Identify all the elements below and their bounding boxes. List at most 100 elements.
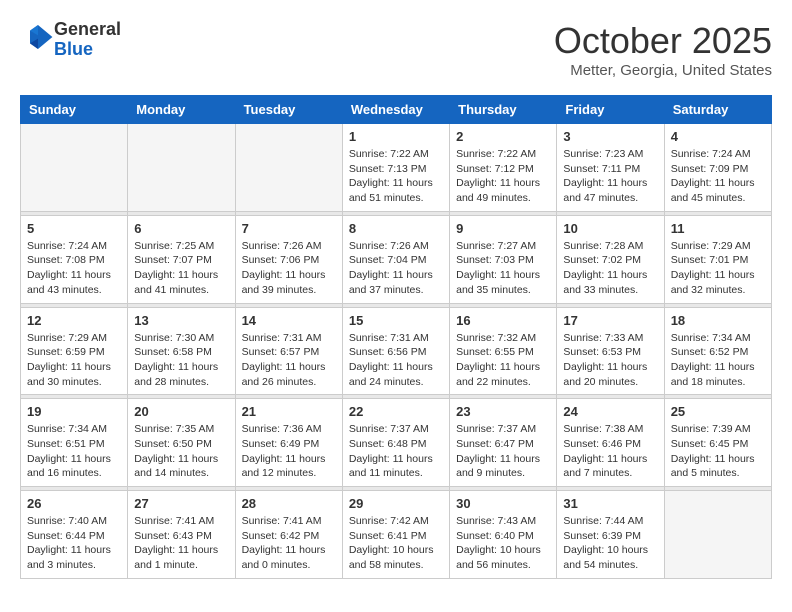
weekday-header-thursday: Thursday — [450, 96, 557, 124]
calendar-cell: 11 Sunrise: 7:29 AM Sunset: 7:01 PM Dayli… — [664, 215, 771, 303]
calendar-cell: 13 Sunrise: 7:30 AM Sunset: 6:58 PM Dayli… — [128, 307, 235, 395]
day-info: Sunrise: 7:29 AM Sunset: 6:59 PM Dayligh… — [27, 331, 121, 390]
calendar-cell: 31 Sunrise: 7:44 AM Sunset: 6:39 PM Dayli… — [557, 491, 664, 579]
calendar-cell — [128, 124, 235, 212]
day-info: Sunrise: 7:38 AM Sunset: 6:46 PM Dayligh… — [563, 422, 657, 481]
calendar-cell — [21, 124, 128, 212]
calendar-cell: 25Sunrise: 7:39 AM Sunset: 6:45 PM Dayli… — [664, 399, 771, 487]
calendar-cell: 30 Sunrise: 7:43 AM Sunset: 6:40 PM Dayli… — [450, 491, 557, 579]
day-number: 17 — [563, 313, 657, 328]
calendar-cell: 3Sunrise: 7:23 AM Sunset: 7:11 PM Daylig… — [557, 124, 664, 212]
calendar-cell: 12 Sunrise: 7:29 AM Sunset: 6:59 PM Dayli… — [21, 307, 128, 395]
calendar-cell: 16Sunrise: 7:32 AM Sunset: 6:55 PM Dayli… — [450, 307, 557, 395]
calendar-cell: 14Sunrise: 7:31 AM Sunset: 6:57 PM Dayli… — [235, 307, 342, 395]
calendar-cell: 5Sunrise: 7:24 AM Sunset: 7:08 PM Daylig… — [21, 215, 128, 303]
day-number: 19 — [27, 404, 121, 419]
day-info: Sunrise: 7:33 AM Sunset: 6:53 PM Dayligh… — [563, 331, 657, 390]
day-info: Sunrise: 7:29 AM Sunset: 7:01 PM Dayligh… — [671, 239, 765, 298]
logo-general-text: General — [54, 19, 121, 39]
day-number: 6 — [134, 221, 228, 236]
day-number: 22 — [349, 404, 443, 419]
day-info: Sunrise: 7:43 AM Sunset: 6:40 PM Dayligh… — [456, 514, 550, 573]
calendar-cell: 27Sunrise: 7:41 AM Sunset: 6:43 PM Dayli… — [128, 491, 235, 579]
day-number: 11 — [671, 221, 765, 236]
month-title: October 2025 — [554, 20, 772, 62]
calendar-cell — [664, 491, 771, 579]
day-number: 31 — [563, 496, 657, 511]
calendar-cell: 29 Sunrise: 7:42 AM Sunset: 6:41 PM Dayli… — [342, 491, 449, 579]
day-number: 1 — [349, 129, 443, 144]
calendar-cell — [235, 124, 342, 212]
calendar-cell: 24 Sunrise: 7:38 AM Sunset: 6:46 PM Dayli… — [557, 399, 664, 487]
day-number: 13 — [134, 313, 228, 328]
day-info: Sunrise: 7:27 AM Sunset: 7:03 PM Dayligh… — [456, 239, 550, 298]
day-info: Sunrise: 7:35 AM Sunset: 6:50 PM Dayligh… — [134, 422, 228, 481]
day-number: 29 — [349, 496, 443, 511]
calendar-cell: 4 Sunrise: 7:24 AM Sunset: 7:09 PM Daylig… — [664, 124, 771, 212]
day-info: Sunrise: 7:31 AM Sunset: 6:57 PM Dayligh… — [242, 331, 336, 390]
day-number: 30 — [456, 496, 550, 511]
calendar-cell: 22 Sunrise: 7:37 AM Sunset: 6:48 PM Dayli… — [342, 399, 449, 487]
day-info: Sunrise: 7:34 AM Sunset: 6:52 PM Dayligh… — [671, 331, 765, 390]
day-number: 2 — [456, 129, 550, 144]
day-info: Sunrise: 7:24 AM Sunset: 7:09 PM Dayligh… — [671, 147, 765, 206]
calendar-cell: 7 Sunrise: 7:26 AM Sunset: 7:06 PM Daylig… — [235, 215, 342, 303]
day-number: 25 — [671, 404, 765, 419]
calendar-cell: 8 Sunrise: 7:26 AM Sunset: 7:04 PM Daylig… — [342, 215, 449, 303]
calendar-cell: 1 Sunrise: 7:22 AM Sunset: 7:13 PM Daylig… — [342, 124, 449, 212]
weekday-header-row: SundayMondayTuesdayWednesdayThursdayFrid… — [21, 96, 772, 124]
day-number: 24 — [563, 404, 657, 419]
day-number: 26 — [27, 496, 121, 511]
title-section: October 2025 Metter, Georgia, United Sta… — [554, 20, 772, 79]
calendar-cell: 6 Sunrise: 7:25 AM Sunset: 7:07 PM Daylig… — [128, 215, 235, 303]
day-info: Sunrise: 7:26 AM Sunset: 7:04 PM Dayligh… — [349, 239, 443, 298]
day-info: Sunrise: 7:30 AM Sunset: 6:58 PM Dayligh… — [134, 331, 228, 390]
day-number: 7 — [242, 221, 336, 236]
calendar-week-5: 26Sunrise: 7:40 AM Sunset: 6:44 PM Dayli… — [21, 491, 772, 579]
day-number: 28 — [242, 496, 336, 511]
day-number: 5 — [27, 221, 121, 236]
day-number: 27 — [134, 496, 228, 511]
location-text: Metter, Georgia, United States — [554, 62, 772, 79]
logo-icon — [22, 21, 54, 53]
calendar-cell: 9 Sunrise: 7:27 AM Sunset: 7:03 PM Daylig… — [450, 215, 557, 303]
weekday-header-tuesday: Tuesday — [235, 96, 342, 124]
calendar-cell: 20 Sunrise: 7:35 AM Sunset: 6:50 PM Dayli… — [128, 399, 235, 487]
day-number: 8 — [349, 221, 443, 236]
day-number: 21 — [242, 404, 336, 419]
day-info: Sunrise: 7:37 AM Sunset: 6:47 PM Dayligh… — [456, 422, 550, 481]
day-number: 20 — [134, 404, 228, 419]
day-info: Sunrise: 7:37 AM Sunset: 6:48 PM Dayligh… — [349, 422, 443, 481]
day-info: Sunrise: 7:22 AM Sunset: 7:13 PM Dayligh… — [349, 147, 443, 206]
day-info: Sunrise: 7:44 AM Sunset: 6:39 PM Dayligh… — [563, 514, 657, 573]
calendar-cell: 23 Sunrise: 7:37 AM Sunset: 6:47 PM Dayli… — [450, 399, 557, 487]
day-info: Sunrise: 7:28 AM Sunset: 7:02 PM Dayligh… — [563, 239, 657, 298]
day-number: 15 — [349, 313, 443, 328]
day-number: 9 — [456, 221, 550, 236]
day-info: Sunrise: 7:26 AM Sunset: 7:06 PM Dayligh… — [242, 239, 336, 298]
calendar-cell: 28 Sunrise: 7:41 AM Sunset: 6:42 PM Dayli… — [235, 491, 342, 579]
day-info: Sunrise: 7:25 AM Sunset: 7:07 PM Dayligh… — [134, 239, 228, 298]
calendar-table: SundayMondayTuesdayWednesdayThursdayFrid… — [20, 95, 772, 579]
day-number: 10 — [563, 221, 657, 236]
logo-blue-text: Blue — [54, 39, 93, 59]
day-info: Sunrise: 7:34 AM Sunset: 6:51 PM Dayligh… — [27, 422, 121, 481]
day-info: Sunrise: 7:32 AM Sunset: 6:55 PM Dayligh… — [456, 331, 550, 390]
day-info: Sunrise: 7:42 AM Sunset: 6:41 PM Dayligh… — [349, 514, 443, 573]
page-header: General Blue October 2025 Metter, Georgi… — [20, 20, 772, 79]
day-info: Sunrise: 7:31 AM Sunset: 6:56 PM Dayligh… — [349, 331, 443, 390]
weekday-header-monday: Monday — [128, 96, 235, 124]
day-number: 12 — [27, 313, 121, 328]
calendar-week-2: 5Sunrise: 7:24 AM Sunset: 7:08 PM Daylig… — [21, 215, 772, 303]
day-number: 23 — [456, 404, 550, 419]
calendar-cell: 17 Sunrise: 7:33 AM Sunset: 6:53 PM Dayli… — [557, 307, 664, 395]
calendar-week-4: 19 Sunrise: 7:34 AM Sunset: 6:51 PM Dayli… — [21, 399, 772, 487]
calendar-week-1: 1 Sunrise: 7:22 AM Sunset: 7:13 PM Daylig… — [21, 124, 772, 212]
day-number: 4 — [671, 129, 765, 144]
day-number: 18 — [671, 313, 765, 328]
day-info: Sunrise: 7:41 AM Sunset: 6:42 PM Dayligh… — [242, 514, 336, 573]
calendar-cell: 19 Sunrise: 7:34 AM Sunset: 6:51 PM Dayli… — [21, 399, 128, 487]
weekday-header-wednesday: Wednesday — [342, 96, 449, 124]
calendar-cell: 2Sunrise: 7:22 AM Sunset: 7:12 PM Daylig… — [450, 124, 557, 212]
calendar-cell: 21Sunrise: 7:36 AM Sunset: 6:49 PM Dayli… — [235, 399, 342, 487]
